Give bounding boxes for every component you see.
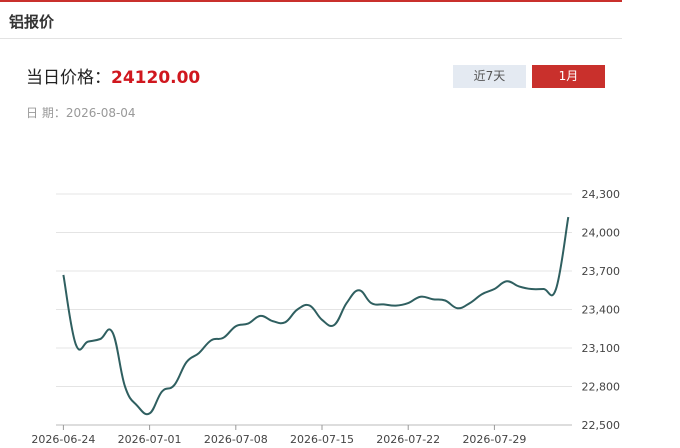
y-tick-label: 23,100: [582, 342, 621, 355]
price-series-line: [62, 216, 570, 416]
x-tick-label: 2026-07-15: [290, 433, 354, 446]
x-tick-label: 2026-07-22: [376, 433, 440, 446]
x-tick-label: 2026-06-24: [31, 433, 95, 446]
y-tick-label: 23,400: [582, 304, 621, 317]
x-tick-label: 2026-07-01: [118, 433, 182, 446]
price-line-chart: 22,500 22,800 23,100 23,400 23,700 24,000 24,3…: [31, 188, 621, 446]
y-tick-label: 24,300: [582, 188, 621, 201]
x-tick-label: 2026-07-29: [462, 433, 526, 446]
y-tick-label: 23,700: [582, 265, 621, 278]
y-tick-label: 22,500: [582, 419, 621, 432]
x-tick-label: 2026-07-08: [204, 433, 268, 446]
y-tick-label: 22,800: [582, 381, 621, 394]
y-tick-label: 24,000: [582, 227, 621, 240]
